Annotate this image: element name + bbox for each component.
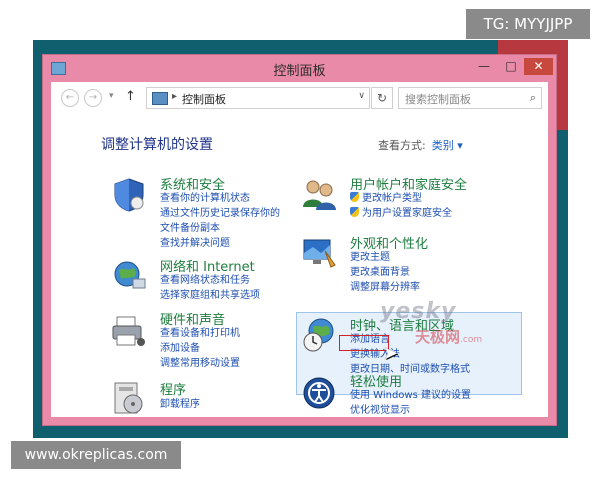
appearance-icon[interactable] [301,235,337,271]
control-panel-icon [152,92,168,105]
watermark-bottom: www.okreplicas.com [11,441,181,469]
link-mobility-settings[interactable]: 调整常用移动设置 [160,356,240,371]
category-links-system-security: 查看你的计算机状态 通过文件历史记录保存你的 文件备份副本 查找并解决问题 [160,191,280,251]
search-icon[interactable]: ⌕ [530,91,536,105]
category-links-ease-of-access: 使用 Windows 建议的设置 优化视觉显示 [350,388,471,418]
forward-button[interactable]: → [84,89,102,107]
link-add-device[interactable]: 添加设备 [160,341,240,356]
site-watermark-logo: yesky [380,299,457,324]
link-family-safety[interactable]: 为用户设置家庭安全 [350,206,452,221]
category-title-programs[interactable]: 程序 [160,379,186,398]
view-by-dropdown[interactable]: 类别 ▾ [432,139,463,152]
ease-of-access-icon[interactable] [301,375,337,411]
back-button[interactable]: ← [61,89,79,107]
clock-globe-icon[interactable] [301,317,337,353]
uac-shield-icon [350,192,359,202]
link-family-safety-label: 为用户设置家庭安全 [362,208,452,219]
link-change-theme[interactable]: 更改主题 [350,250,420,265]
link-windows-recommended-settings[interactable]: 使用 Windows 建议的设置 [350,388,471,403]
printer-icon[interactable] [111,313,147,349]
link-troubleshoot[interactable]: 查找并解决问题 [160,236,280,251]
title-bar[interactable]: 控制面板 — □ ✕ [43,55,556,81]
breadcrumb-separator-icon[interactable]: ▸ [172,91,177,102]
link-change-account-type-label: 更改帐户类型 [362,193,422,204]
category-links-programs: 卸载程序 [160,397,200,412]
link-adjust-resolution[interactable]: 调整屏幕分辨率 [350,280,420,295]
maximize-button[interactable]: □ [498,58,524,75]
refresh-button[interactable]: ↻ [371,87,393,109]
link-change-desktop-background[interactable]: 更改桌面背景 [350,265,420,280]
shield-icon[interactable] [111,177,147,213]
category-links-user-accounts: 更改帐户类型 为用户设置家庭安全 [350,191,452,221]
link-devices-printers[interactable]: 查看设备和打印机 [160,326,240,341]
category-links-network: 查看网络状态和任务 选择家庭组和共享选项 [160,273,260,303]
category-links-appearance: 更改主题 更改桌面背景 调整屏幕分辨率 [350,250,420,295]
address-dropdown-icon[interactable]: ∨ [358,91,365,101]
navigation-bar: ← → ▾ ↑ ▸ 控制面板 ∨ ↻ 搜索控制面板 ⌕ [51,82,548,112]
link-uninstall-program[interactable]: 卸载程序 [160,397,200,412]
link-homegroup-sharing[interactable]: 选择家庭组和共享选项 [160,288,260,303]
page-heading: 调整计算机的设置 [101,137,213,153]
link-optimize-visual-display[interactable]: 优化视觉显示 [350,403,471,418]
site-watermark-suffix: .com [460,335,483,345]
control-panel-window: 控制面板 — □ ✕ ← → ▾ ↑ ▸ 控制面板 ∨ ↻ 搜索控制面板 ⌕ 调… [43,55,556,425]
users-icon[interactable] [301,177,337,213]
link-change-account-type[interactable]: 更改帐户类型 [350,191,452,206]
address-bar[interactable]: ▸ 控制面板 ∨ [146,87,370,109]
link-view-computer-status[interactable]: 查看你的计算机状态 [160,191,280,206]
breadcrumb-control-panel[interactable]: 控制面板 [182,91,226,107]
view-by: 查看方式: 类别 ▾ [378,137,463,153]
globe-network-icon[interactable] [111,257,147,293]
link-network-status[interactable]: 查看网络状态和任务 [160,273,260,288]
recent-locations-dropdown[interactable]: ▾ [109,91,114,101]
link-file-history[interactable]: 通过文件历史记录保存你的 [160,206,280,221]
up-button[interactable]: ↑ [125,89,136,104]
programs-icon[interactable] [111,380,147,416]
watermark-top: TG: MYYJJPP [466,9,590,39]
mouse-cursor-icon: ➤ [383,343,399,364]
category-links-hardware-sound: 查看设备和打印机 添加设备 调整常用移动设置 [160,326,240,371]
site-watermark-cn: 天极网.com [415,326,482,347]
uac-shield-icon [350,207,359,217]
search-placeholder: 搜索控制面板 [405,93,471,106]
minimize-button[interactable]: — [471,58,497,75]
site-watermark-cn-text: 天极网 [415,328,461,346]
search-input[interactable]: 搜索控制面板 ⌕ [398,87,542,109]
close-button[interactable]: ✕ [524,58,553,75]
link-file-backup[interactable]: 文件备份副本 [160,221,280,236]
view-by-label: 查看方式: [378,139,426,152]
red-annotation-box [339,335,389,351]
